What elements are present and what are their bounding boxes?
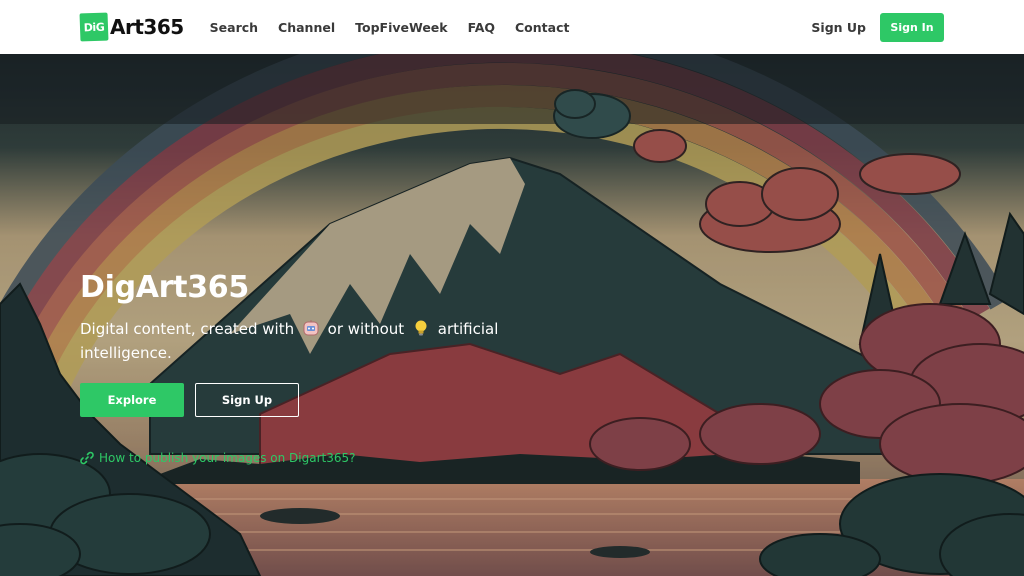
hero-title: DigArt365	[80, 270, 249, 305]
logo-text: Art365	[110, 15, 184, 39]
hero-section: DigArt365 Digital content, created with …	[0, 54, 1024, 576]
header-signup-link[interactable]: Sign Up	[811, 20, 866, 35]
header-signin-button[interactable]: Sign In	[880, 12, 944, 42]
logo[interactable]: DiG Art365	[79, 12, 184, 42]
link-icon	[80, 451, 94, 465]
hero-signup-button[interactable]: Sign Up	[195, 383, 299, 417]
main-nav: Search Channel TopFiveWeek FAQ Contact	[210, 20, 590, 35]
nav-faq[interactable]: FAQ	[468, 20, 495, 35]
top-navbar: DiG Art365 Search Channel TopFiveWeek FA…	[0, 0, 1024, 54]
hero-subtitle-part1: Digital content, created with	[80, 320, 295, 338]
logo-badge: DiG	[79, 12, 109, 42]
hero-buttons: Explore Sign Up	[80, 383, 500, 417]
nav-topfiveweek[interactable]: TopFiveWeek	[355, 20, 447, 35]
robot-emoji-icon	[303, 320, 319, 336]
nav-contact[interactable]: Contact	[515, 20, 569, 35]
header-actions: Sign Up Sign In	[811, 12, 944, 42]
nav-channel[interactable]: Channel	[278, 20, 335, 35]
publish-help-link[interactable]: How to publish your images on Digart365?	[80, 451, 500, 465]
hero-content: DigArt365 Digital content, created with …	[80, 270, 500, 465]
explore-button[interactable]: Explore	[80, 383, 184, 417]
hero-subtitle-part2: or without	[327, 320, 405, 338]
publish-link-text: How to publish your images on Digart365?	[99, 451, 356, 465]
hero-subtitle: Digital content, created with or without…	[80, 317, 500, 365]
nav-search[interactable]: Search	[210, 20, 258, 35]
lightbulb-emoji-icon	[415, 320, 427, 336]
